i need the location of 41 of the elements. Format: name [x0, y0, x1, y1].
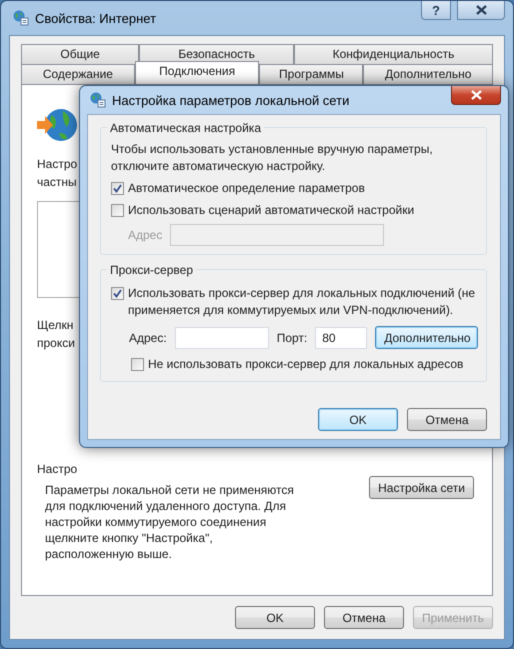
tab[interactable]: Дополнительно: [363, 64, 493, 84]
checkbox-label: Не использовать прокси-сервер для локальных адресов: [148, 356, 464, 373]
lan-settings-icon: [90, 92, 106, 108]
dialog-button[interactable]: Отмена: [407, 408, 487, 431]
port-field[interactable]: 80: [315, 326, 368, 348]
field-label: Адрес:: [129, 330, 167, 344]
lan-heading: Настро: [37, 461, 78, 478]
advanced-button[interactable]: Дополнительно: [375, 326, 478, 349]
help-button[interactable]: ?: [421, 1, 451, 20]
checkbox[interactable]: [111, 287, 124, 300]
internet-options-icon: [13, 10, 29, 26]
close-button[interactable]: [457, 1, 505, 20]
close-icon: [470, 90, 482, 100]
checkbox[interactable]: [111, 182, 124, 195]
proxy-address-field[interactable]: [174, 326, 269, 348]
checkbox[interactable]: [131, 358, 144, 371]
window-title: Свойства: Интернет: [35, 10, 158, 26]
tab[interactable]: Подключения: [134, 61, 260, 84]
field-label: Порт:: [276, 330, 308, 344]
checkbox[interactable]: [111, 204, 124, 217]
checkbox-label: Автоматическое определение параметров: [128, 180, 365, 197]
tab[interactable]: Конфиденциальность: [294, 44, 493, 64]
checkbox-label: Использовать сценарий автоматической настройки: [128, 202, 414, 219]
dialog-title: Настройка параметров локальной сети: [112, 92, 350, 108]
checkbox-label: Использовать прокси-сервер для локальных подключений (не применяется для коммутируемых или VPN-подключений).: [128, 285, 476, 319]
close-button[interactable]: [451, 86, 501, 105]
tab[interactable]: Содержание: [21, 64, 135, 84]
globe-icon: [37, 107, 77, 143]
lan-settings-button[interactable]: Настройка сети: [369, 476, 474, 499]
setup-text: Настро частны: [37, 156, 78, 191]
proxy-hint-text: Щелкн прокси: [37, 317, 75, 352]
dialog-button[interactable]: OK: [318, 408, 398, 431]
dialog-button[interactable]: Отмена: [324, 606, 404, 629]
hint-text: Чтобы использовать установленные вручную параметры, отключите автоматическую настройку.: [111, 141, 434, 175]
tab[interactable]: Общие: [21, 44, 140, 64]
tab[interactable]: Программы: [259, 64, 364, 84]
dialog-button[interactable]: OK: [234, 606, 315, 629]
field-label: Адрес: [128, 228, 162, 242]
close-icon: [476, 5, 486, 15]
group-legend: Автоматическая настройка: [107, 120, 264, 136]
lan-note: Параметры локальной сети не применяются для подключений удаленного доступа. Для настройки коммутируемого соединения щелкните кнопку "Настройка", расположенную выше.: [45, 482, 294, 562]
